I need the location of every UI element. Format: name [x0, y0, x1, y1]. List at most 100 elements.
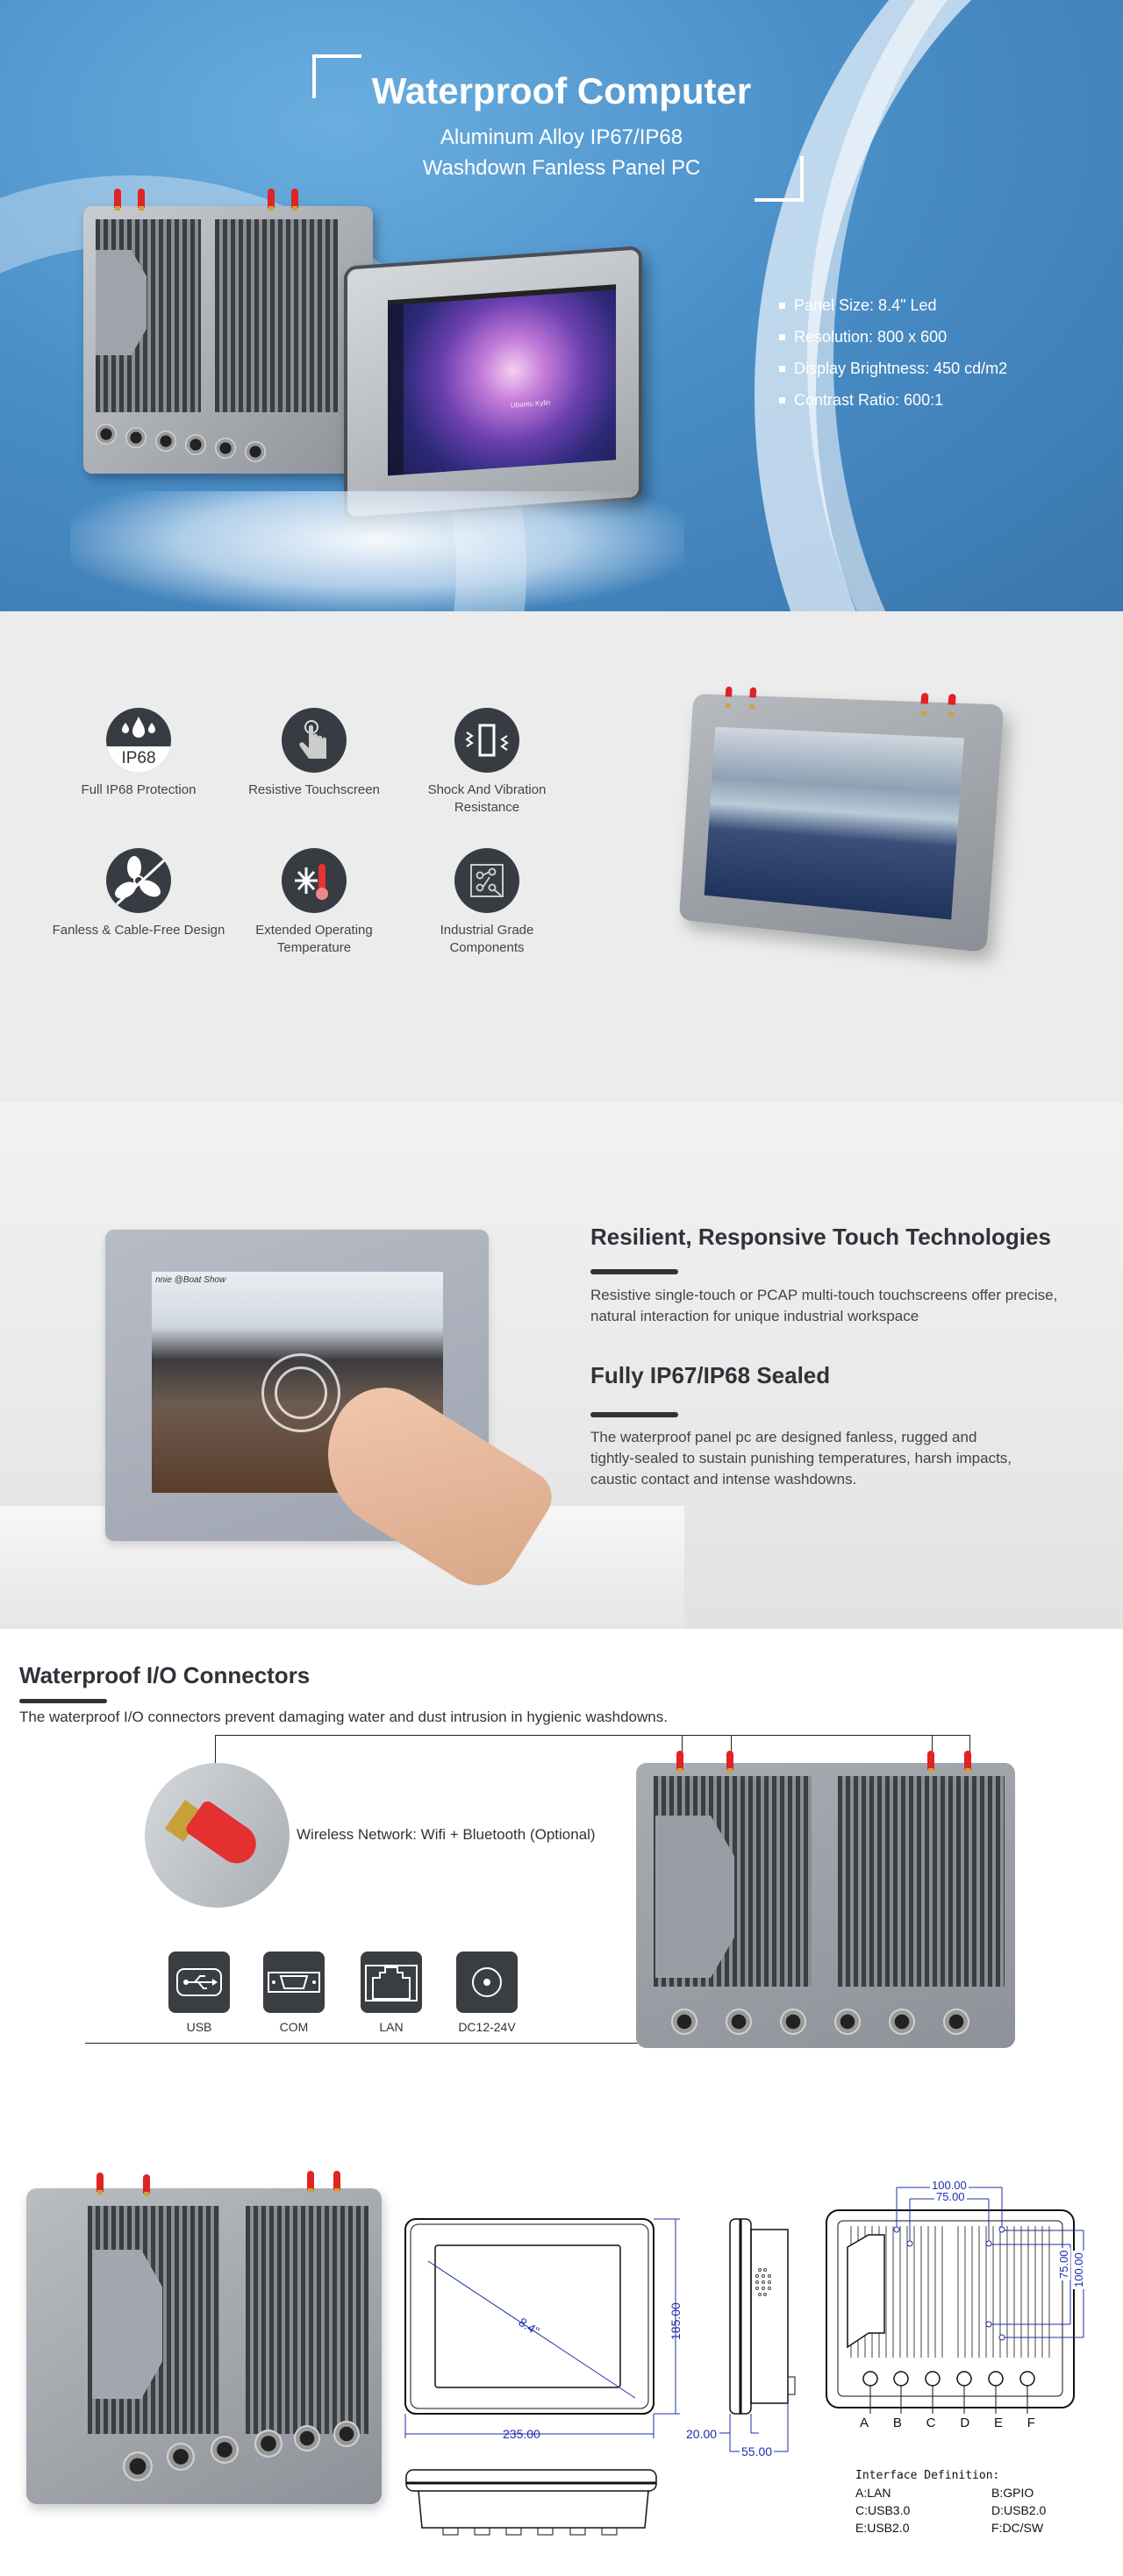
m12-connector [889, 2009, 915, 2035]
antenna [143, 2174, 150, 2196]
rear-device-photo [26, 2171, 382, 2504]
screen-dock [388, 304, 404, 476]
m12-connector [215, 438, 236, 459]
feature-fanless: Fanless & Cable-Free Design [51, 848, 226, 939]
antenna [927, 1751, 934, 1773]
heading-underline [590, 1269, 678, 1274]
antenna [948, 693, 956, 705]
heatsink-fins [838, 1776, 1005, 1987]
feature-label-line: Components [449, 940, 525, 955]
leader-line [215, 1735, 969, 1736]
touch-paragraph: Resistive single-touch or PCAP multi-tou… [590, 1285, 1057, 1327]
m12-connector [726, 2009, 752, 2035]
interface-row: C:USB3.0 D:USB2.0 [855, 2503, 1053, 2517]
feature-label-line: Shock And Vibration [427, 782, 547, 797]
hero-subtitle: Aluminum Alloy IP67/IP68 [440, 125, 683, 149]
interface-entry: D:USB2.0 [991, 2503, 1047, 2517]
leader-line [731, 1735, 732, 1752]
interface-row: A:LAN B:GPIO [855, 2486, 1053, 2500]
paragraph-line: Resistive single-touch or PCAP multi-tou… [590, 1287, 1058, 1303]
m12-connector [96, 424, 117, 445]
hero-title: Waterproof Computer [371, 70, 752, 111]
bullet-icon [779, 365, 785, 372]
m12-connector [333, 2421, 360, 2447]
vesa-inner-vertical-dimension: 75.00 [1057, 2248, 1070, 2280]
leader-line [932, 1735, 933, 1752]
m12-connector [943, 2009, 969, 2035]
spec-text: Panel Size: 8.4" Led [794, 296, 937, 314]
touch-heading: Resilient, Responsive Touch Technologies [590, 1224, 1051, 1250]
speaker-holes [755, 2268, 771, 2296]
cover-plate [96, 250, 147, 355]
hero-subtitle: Washdown Fanless Panel PC [422, 156, 701, 180]
feature-ip68: IP68 Full IP68 Protection [51, 708, 226, 799]
leader-line [215, 1735, 216, 1763]
antenna [725, 686, 733, 697]
spec-text: Resolution: 800 x 600 [794, 328, 948, 346]
vibration-icon [454, 708, 519, 773]
spec-text: Contrast Ratio: 600:1 [794, 391, 944, 409]
leader-line [682, 1735, 683, 1752]
interface-entry: C:USB3.0 [855, 2503, 911, 2517]
paragraph-line: tightly-sealed to sustain punishing temp… [590, 1450, 1012, 1466]
cover-plate [92, 2250, 162, 2399]
connector-letter: B [892, 2415, 902, 2430]
touch-section: nnie @Boat Show Resilient, Responsive To… [0, 1102, 1123, 1629]
m12-connector [671, 2009, 697, 2035]
screen-caption: nnie @Boat Show [155, 1275, 226, 1285]
interface-row: E:USB2.0 F:DC/SW [855, 2521, 1053, 2535]
spec-text: Display Brightness: 450 cd/m2 [794, 360, 1008, 377]
connector-letter: D [960, 2415, 970, 2430]
interface-entry: B:GPIO [991, 2486, 1034, 2500]
usb-icon [168, 1952, 230, 2013]
touch-ripple [261, 1353, 340, 1432]
antenna [333, 2171, 340, 2193]
antenna [964, 1751, 971, 1773]
fanless-icon [106, 848, 171, 913]
ethernet-port-icon [361, 1952, 422, 2013]
m12-connector [294, 2425, 320, 2451]
feature-label: Resistive Touchscreen [248, 782, 380, 797]
heading-underline [590, 1412, 678, 1417]
feature-shock-vibration: Shock And Vibration Resistance [399, 708, 575, 817]
interface-entry: A:LAN [855, 2486, 891, 2500]
feature-label-line: Resistance [454, 800, 520, 815]
antenna [749, 687, 757, 698]
circuit-board-icon [454, 848, 519, 913]
interface-definition: Interface Definition: A:LAN B:GPIO C:USB3… [855, 2469, 1053, 2535]
device-screen: Ubuntu Kylin [388, 284, 616, 476]
port-label: USB [186, 2020, 212, 2034]
serial-port-icon [263, 1952, 325, 2013]
hero-banner: Waterproof Computer Aluminum Alloy IP67/… [0, 0, 1123, 611]
m12-connector [211, 2436, 239, 2464]
dc-power-icon [456, 1952, 518, 2013]
port-dc: DC12-24V [456, 1952, 518, 2034]
feature-temperature: Extended Operating Temperature [226, 848, 402, 957]
port-label: DC12-24V [458, 2020, 516, 2034]
feature-label-line: Extended Operating [255, 923, 373, 938]
leader-line [85, 2043, 671, 2044]
vesa-outer-vertical-dimension: 100.00 [1072, 2251, 1085, 2289]
port-label: LAN [379, 2020, 404, 2034]
m12-connector [125, 427, 147, 448]
feature-touchscreen: Resistive Touchscreen [226, 708, 402, 799]
rear-device-image [83, 189, 373, 474]
connector-letters: A B C D E F [860, 2415, 1035, 2430]
connector-letter: E [993, 2415, 1003, 2430]
antenna [307, 2171, 314, 2193]
touch-finger-icon [282, 708, 347, 773]
heatsink-fins [215, 219, 338, 412]
rear-io-device-image [636, 1751, 1015, 2048]
port-com: COM [263, 1952, 325, 2034]
antenna-closeup-image [145, 1763, 290, 1908]
bottom-view-drawing [405, 2469, 657, 2536]
connector-letter: F [1026, 2415, 1035, 2430]
bullet-icon [779, 302, 785, 309]
water-splash [70, 491, 684, 611]
spec-list: Panel Size: 8.4" Led Resolution: 800 x 6… [779, 289, 1007, 416]
bullet-icon [779, 333, 785, 340]
interface-entry: F:DC/SW [991, 2521, 1044, 2535]
bullet-icon [779, 396, 785, 403]
feature-label: Fanless & Cable-Free Design [52, 923, 225, 938]
spec-item: Contrast Ratio: 600:1 [779, 384, 1007, 416]
